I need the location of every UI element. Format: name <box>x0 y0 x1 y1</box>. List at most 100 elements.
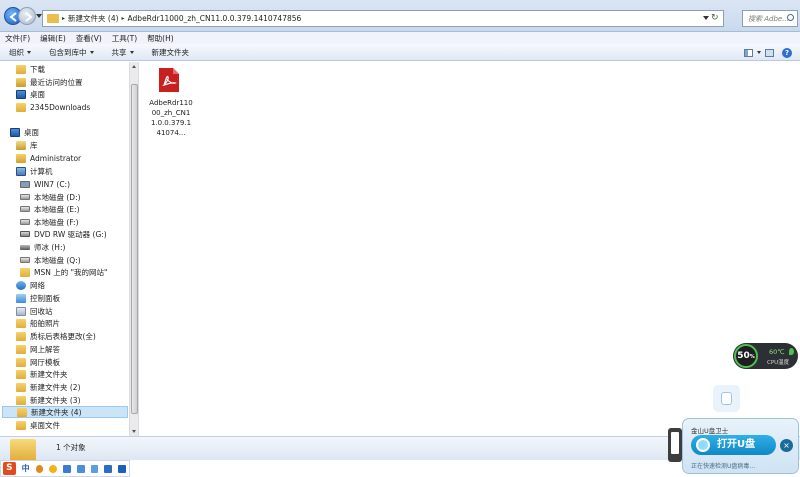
folder-icon <box>16 357 26 367</box>
nav-item-label: 本地磁盘 (D:) <box>34 192 81 202</box>
view-dropdown-icon[interactable] <box>757 51 761 54</box>
breadcrumb-separator-icon[interactable]: ▸ <box>62 15 65 22</box>
search-input[interactable]: 搜索 Adbe... <box>742 10 798 27</box>
nav-item-label: Administrator <box>30 153 82 163</box>
breadcrumb-item[interactable]: AdbeRdr11000_zh_CN11.0.0.379.1410747856 <box>128 14 302 23</box>
open-usb-button[interactable]: 打开U盘 <box>691 435 776 455</box>
punctuation-icon[interactable] <box>35 464 44 473</box>
refresh-icon[interactable]: ↻ <box>711 13 721 23</box>
scroll-thumb[interactable] <box>131 84 138 414</box>
search-icon[interactable] <box>787 14 794 21</box>
nav-item-label: 2345Downloads <box>30 102 91 112</box>
nav-item[interactable]: 网络 <box>16 279 45 291</box>
sogou-logo-icon[interactable]: S <box>3 462 16 475</box>
nav-item[interactable]: 控制面板 <box>16 292 60 304</box>
nav-item[interactable]: 桌面 <box>10 126 39 138</box>
menu-file[interactable]: 文件(F) <box>0 33 35 44</box>
floating-assistant-button[interactable] <box>713 385 740 412</box>
chevron-down-icon <box>89 51 94 54</box>
ime-toolbar[interactable]: S 中 <box>0 460 130 477</box>
nav-item[interactable]: 库 <box>16 139 38 151</box>
nav-item-label: 计算机 <box>30 166 53 176</box>
ime-mode[interactable]: 中 <box>22 463 30 474</box>
address-field[interactable]: ▸ 新建文件夹 (4) ▸ AdbeRdr11000_zh_CN11.0.0.3… <box>42 10 724 27</box>
keyboard-icon[interactable] <box>76 464 85 473</box>
nav-item[interactable]: 网厅模板 <box>16 356 60 368</box>
nav-item-label: 师冰 (H:) <box>34 242 66 252</box>
nav-item-label: 桌面文件 <box>30 420 60 430</box>
close-icon[interactable]: × <box>780 439 793 452</box>
nav-item[interactable]: 本地磁盘 (F:) <box>20 216 79 228</box>
nav-item[interactable]: 最近访问的位置 <box>16 76 83 88</box>
nav-item[interactable]: 本地磁盘 (Q:) <box>20 254 81 266</box>
breadcrumb-separator-icon[interactable]: ▸ <box>122 15 125 22</box>
breadcrumb-item[interactable]: 新建文件夹 (4) <box>68 13 119 24</box>
nav-item[interactable]: 新建文件夹 (2) <box>16 381 81 393</box>
file-name: AdbeRdr11000_zh_CN11.0.0.379.141074... <box>149 99 193 137</box>
command-toolbar: 组织 包含到库中 共享 新建文件夹 ? <box>0 44 800 61</box>
panel-icon <box>16 293 26 303</box>
menu-view[interactable]: 查看(V) <box>71 33 107 44</box>
nav-item[interactable]: MSN 上的 "我的网站" <box>20 266 108 278</box>
nav-item[interactable]: 2345Downloads <box>16 101 90 113</box>
nav-item[interactable]: 网上解答 <box>16 343 60 355</box>
menu-edit[interactable]: 编辑(E) <box>35 33 71 44</box>
nav-item[interactable]: 新建文件夹 (4) <box>2 406 128 418</box>
cpu-usage-value: 50 <box>737 351 750 361</box>
nav-item[interactable]: 下载 <box>16 63 45 75</box>
nav-item-label: 本地磁盘 (Q:) <box>34 255 81 265</box>
forward-button[interactable] <box>18 7 36 25</box>
skin-icon[interactable] <box>104 464 113 473</box>
address-bar-area: ▸ 新建文件夹 (4) ▸ AdbeRdr11000_zh_CN11.0.0.3… <box>0 0 800 32</box>
user-icon[interactable] <box>90 464 99 473</box>
nav-scrollbar[interactable] <box>129 62 138 436</box>
desk-icon <box>10 127 20 137</box>
nav-item-label: 新建文件夹 (4) <box>31 407 82 417</box>
nav-item[interactable]: 师冰 (H:) <box>20 241 65 253</box>
nav-item[interactable]: 桌面 <box>16 88 45 100</box>
nav-item[interactable]: 计算机 <box>16 165 53 177</box>
recent-icon <box>16 77 26 87</box>
nav-item[interactable]: Administrator <box>16 152 81 164</box>
nav-item[interactable]: DVD RW 驱动器 (G:) <box>20 228 107 240</box>
nav-item-label: 网络 <box>30 280 45 290</box>
emoji-icon[interactable] <box>49 464 58 473</box>
nav-item-label: 网上解答 <box>30 344 60 354</box>
menu-tools[interactable]: 工具(T) <box>107 33 142 44</box>
address-dropdown[interactable] <box>703 16 709 20</box>
folder-icon <box>16 344 26 354</box>
nav-item[interactable]: WIN7 (C:) <box>20 178 70 190</box>
nav-item[interactable]: 本地磁盘 (E:) <box>20 203 80 215</box>
include-in-library-button[interactable]: 包含到库中 <box>40 47 103 58</box>
search-placeholder: 搜索 Adbe... <box>748 15 789 23</box>
change-view-icon[interactable] <box>744 48 753 57</box>
nav-item[interactable]: 质标后表格更改(全) <box>16 330 96 342</box>
nav-item[interactable]: 回收站 <box>16 305 53 317</box>
menu-help[interactable]: 帮助(H) <box>142 33 179 44</box>
preview-pane-icon[interactable] <box>765 48 774 57</box>
include-in-library-label: 包含到库中 <box>49 47 87 57</box>
share-button[interactable]: 共享 <box>103 47 143 58</box>
nav-item[interactable]: 新建文件夹 (3) <box>16 394 81 406</box>
pdf-icon <box>159 68 179 92</box>
nav-item[interactable]: 新建文件夹 <box>16 368 68 380</box>
organize-button[interactable]: 组织 <box>0 47 40 58</box>
drive-icon <box>20 257 30 263</box>
toolbox-icon[interactable] <box>118 464 126 473</box>
nav-item-label: 质标后表格更改(全) <box>30 331 96 341</box>
open-usb-label: 打开U盘 <box>717 439 756 450</box>
microphone-icon[interactable] <box>63 464 71 473</box>
nav-item[interactable]: 船舶照片 <box>16 317 60 329</box>
chevron-down-icon <box>27 51 31 54</box>
nav-item-label: DVD RW 驱动器 (G:) <box>34 229 107 239</box>
scroll-up-icon[interactable] <box>132 65 136 68</box>
usb-guard-popup: 金山U盘卫士 打开U盘 × 正在快速检测U盘病毒... <box>682 418 799 474</box>
new-folder-button[interactable]: 新建文件夹 <box>143 47 199 58</box>
scroll-down-icon[interactable] <box>132 430 136 433</box>
nav-item[interactable]: 本地磁盘 (D:) <box>20 191 81 203</box>
nav-item[interactable]: 桌面文件 <box>16 419 60 431</box>
organize-label: 组织 <box>9 47 24 57</box>
cpu-monitor-widget[interactable]: 50% 60℃ CPU温度 <box>733 343 798 369</box>
drive-icon <box>20 194 30 200</box>
help-icon[interactable]: ? <box>782 47 792 58</box>
